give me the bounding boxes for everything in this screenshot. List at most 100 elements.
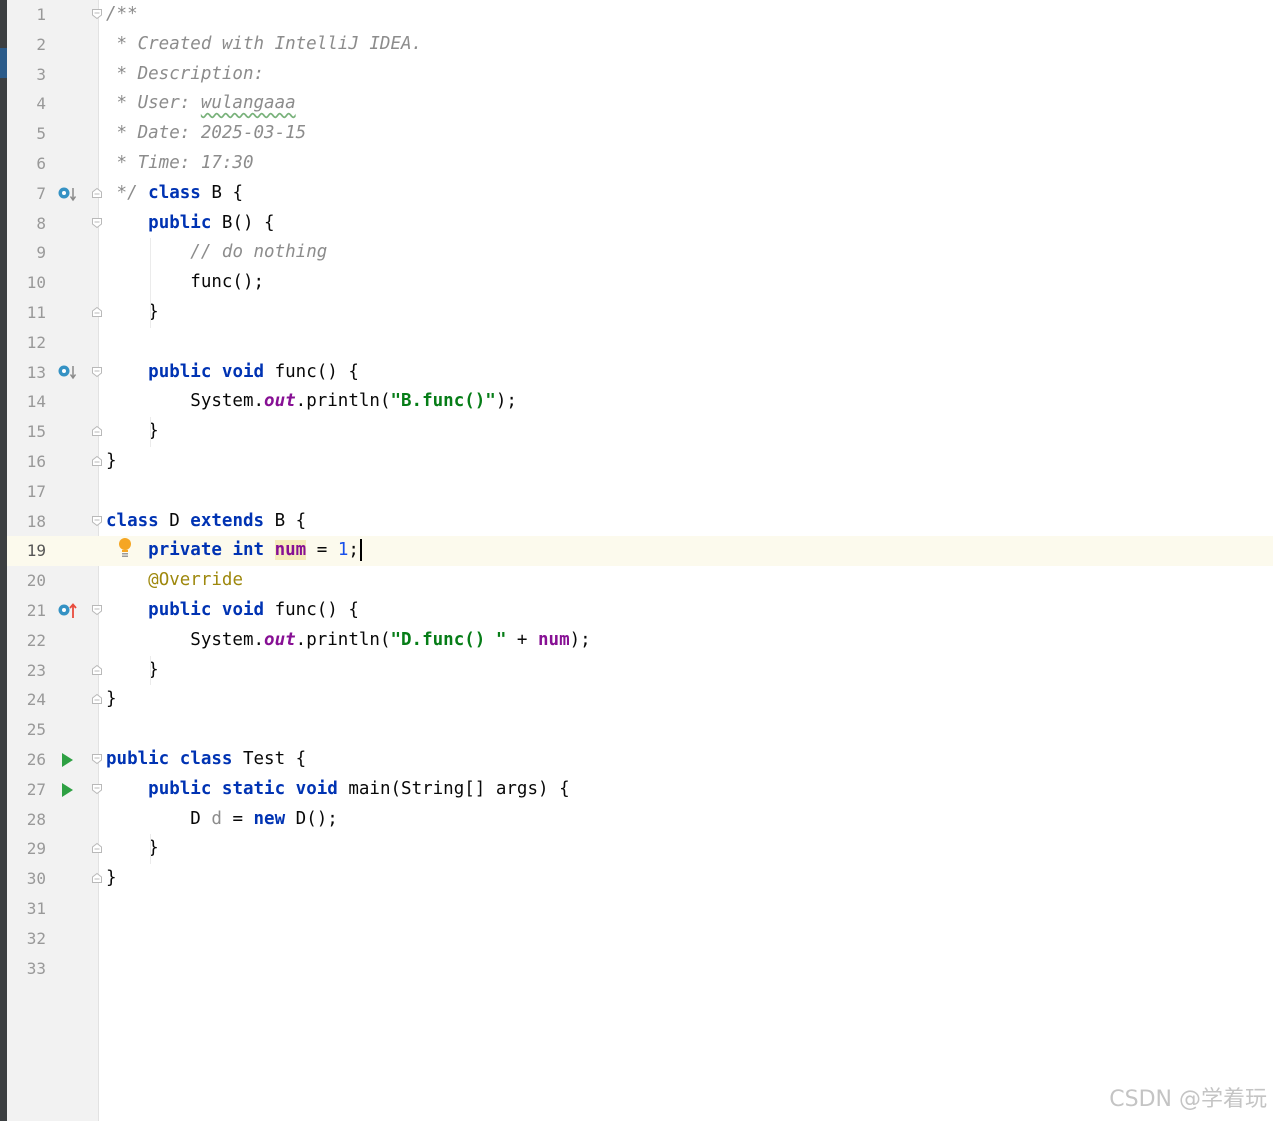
code-text[interactable]: /** — [106, 0, 138, 30]
line-number[interactable]: 1 — [7, 0, 46, 30]
code-line[interactable]: 6 * Time: 17:30 — [0, 149, 1273, 179]
line-number[interactable]: 33 — [7, 954, 46, 984]
code-text[interactable]: */ class B { — [106, 179, 243, 209]
fold-collapse-icon[interactable] — [91, 753, 103, 765]
code-text[interactable]: * Description: — [106, 60, 265, 90]
fold-end-icon[interactable] — [91, 187, 103, 199]
code-line[interactable]: 14 System.out.println("B.func()"); — [0, 387, 1273, 417]
code-line[interactable]: 17 — [0, 477, 1273, 507]
line-number[interactable]: 4 — [7, 89, 46, 119]
code-line[interactable]: 13 public void func() { — [0, 358, 1273, 388]
code-text[interactable]: * User: wulangaaa — [106, 89, 296, 119]
code-line[interactable]: 2 * Created with IntelliJ IDEA. — [0, 30, 1273, 60]
code-text[interactable]: public class Test { — [106, 745, 306, 775]
fold-end-icon[interactable] — [91, 693, 103, 705]
code-text[interactable]: public void func() { — [106, 596, 359, 626]
code-line[interactable]: 33 — [0, 954, 1273, 984]
line-number[interactable]: 6 — [7, 149, 46, 179]
fold-collapse-icon[interactable] — [91, 783, 103, 795]
code-text[interactable]: class D extends B { — [106, 507, 306, 537]
code-line[interactable]: 9 // do nothing — [0, 238, 1273, 268]
code-line[interactable]: 5 * Date: 2025-03-15 — [0, 119, 1273, 149]
line-number[interactable]: 13 — [7, 358, 46, 388]
code-text[interactable]: System.out.println("B.func()"); — [106, 387, 517, 417]
line-number[interactable]: 16 — [7, 447, 46, 477]
line-number[interactable]: 10 — [7, 268, 46, 298]
code-line[interactable]: 10 func(); — [0, 268, 1273, 298]
line-number[interactable]: 7 — [7, 179, 46, 209]
code-line[interactable]: 3 * Description: — [0, 60, 1273, 90]
code-text[interactable]: public B() { — [106, 209, 274, 239]
code-text[interactable]: func(); — [106, 268, 264, 298]
code-text[interactable]: } — [106, 447, 117, 477]
code-text[interactable]: } — [106, 685, 117, 715]
line-number[interactable]: 27 — [7, 775, 46, 805]
fold-collapse-icon[interactable] — [91, 8, 103, 20]
code-text[interactable]: D d = new D(); — [106, 805, 338, 835]
code-line[interactable]: 28 D d = new D(); — [0, 805, 1273, 835]
line-number[interactable]: 31 — [7, 894, 46, 924]
line-number[interactable]: 29 — [7, 834, 46, 864]
code-line[interactable]: 22 System.out.println("D.func() " + num)… — [0, 626, 1273, 656]
fold-end-icon[interactable] — [91, 664, 103, 676]
code-editor[interactable]: 1/** 2 * Created with IntelliJ IDEA. 3 * D… — [0, 0, 1273, 1121]
fold-end-icon[interactable] — [91, 425, 103, 437]
code-line[interactable]: 7 */ class B { — [0, 179, 1273, 209]
code-line[interactable]: 15 } — [0, 417, 1273, 447]
line-number[interactable]: 22 — [7, 626, 46, 656]
line-number[interactable]: 8 — [7, 209, 46, 239]
fold-end-icon[interactable] — [91, 872, 103, 884]
fold-end-icon[interactable] — [91, 455, 103, 467]
line-number[interactable]: 12 — [7, 328, 46, 358]
code-text[interactable]: * Created with IntelliJ IDEA. — [106, 30, 423, 60]
code-text[interactable]: // do nothing — [106, 238, 327, 268]
overridden-down-icon[interactable] — [57, 358, 79, 388]
line-number[interactable]: 15 — [7, 417, 46, 447]
line-number[interactable]: 2 — [7, 30, 46, 60]
code-line[interactable]: 23 } — [0, 656, 1273, 686]
lightbulb-icon[interactable] — [117, 536, 133, 568]
code-line[interactable]: 30} — [0, 864, 1273, 894]
code-line[interactable]: 1 /** — [0, 0, 1273, 30]
code-text[interactable]: @Override — [106, 566, 243, 596]
line-number[interactable]: 32 — [7, 924, 46, 954]
line-number[interactable]: 23 — [7, 656, 46, 686]
line-number[interactable]: 24 — [7, 685, 46, 715]
code-line[interactable]: 24} — [0, 685, 1273, 715]
run-icon[interactable] — [60, 775, 74, 805]
code-line[interactable]: 26 public class Test { — [0, 745, 1273, 775]
line-number[interactable]: 21 — [7, 596, 46, 626]
code-line[interactable]: 21 public void func() { — [0, 596, 1273, 626]
code-line[interactable]: 11 } — [0, 298, 1273, 328]
line-number[interactable]: 19 — [7, 536, 46, 566]
code-text[interactable]: * Date: 2025-03-15 — [106, 119, 307, 149]
code-line[interactable]: 27 public static void main(String[] args… — [0, 775, 1273, 805]
code-text[interactable]: private int num = 1; — [106, 536, 362, 566]
code-line[interactable]: 4 * User: wulangaaa — [0, 89, 1273, 119]
code-line[interactable]: 19 private int num = 1; — [0, 536, 1273, 567]
line-number[interactable]: 25 — [7, 715, 46, 745]
code-text[interactable]: public void func() { — [106, 358, 359, 388]
fold-collapse-icon[interactable] — [91, 366, 103, 378]
code-line[interactable]: 32 — [0, 924, 1273, 954]
fold-end-icon[interactable] — [91, 306, 103, 318]
code-text[interactable]: public static void main(String[] args) { — [106, 775, 569, 805]
fold-end-icon[interactable] — [91, 842, 103, 854]
line-number[interactable]: 20 — [7, 566, 46, 596]
code-line[interactable]: 12 — [0, 328, 1273, 358]
fold-collapse-icon[interactable] — [91, 217, 103, 229]
code-line[interactable]: 20 @Override — [0, 566, 1273, 596]
fold-collapse-icon[interactable] — [91, 515, 103, 527]
code-text[interactable]: System.out.println("D.func() " + num); — [106, 626, 590, 656]
code-line[interactable]: 25 — [0, 715, 1273, 745]
line-number[interactable]: 26 — [7, 745, 46, 775]
line-number[interactable]: 28 — [7, 805, 46, 835]
line-number[interactable]: 30 — [7, 864, 46, 894]
line-number[interactable]: 5 — [7, 119, 46, 149]
code-text[interactable]: } — [106, 864, 117, 894]
code-line[interactable]: 8 public B() { — [0, 209, 1273, 239]
run-icon[interactable] — [60, 745, 74, 775]
overriding-up-icon[interactable] — [57, 596, 79, 626]
line-number[interactable]: 3 — [7, 60, 46, 90]
code-line[interactable]: 31 — [0, 894, 1273, 924]
